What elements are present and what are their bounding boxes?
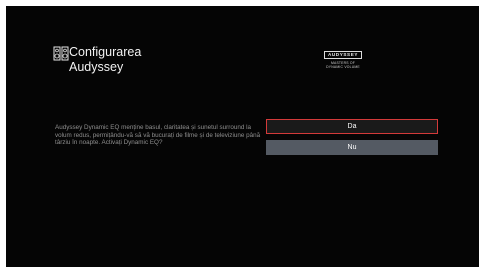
page-title-line1: Configurarea <box>69 45 142 59</box>
audyssey-logo: AUDYSSEY MASTERS OF DYNAMIC VOLUME <box>316 43 370 69</box>
setup-screen: Configurarea Audyssey AUDYSSEY MASTERS O… <box>6 6 479 267</box>
logo-brand: AUDYSSEY <box>323 51 363 59</box>
logo-tagline-2: DYNAMIC VOLUME <box>326 65 360 69</box>
yes-button[interactable]: Da <box>266 119 438 134</box>
page-title: Configurarea Audyssey <box>69 45 229 75</box>
no-button[interactable]: Nu <box>266 140 438 155</box>
page-title-line2: Audyssey <box>69 60 124 74</box>
dynamic-eq-description: Audyssey Dynamic EQ menține basul, clari… <box>55 124 261 147</box>
